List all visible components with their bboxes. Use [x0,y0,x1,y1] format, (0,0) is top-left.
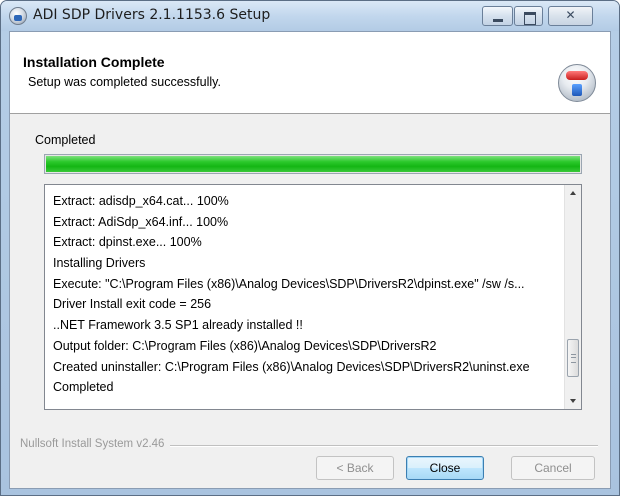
log-line: Execute: "C:\Program Files (x86)\Analog … [53,276,525,291]
progress-bar [44,154,582,174]
scroll-thumb[interactable] [567,339,579,377]
log-line: Extract: AdiSdp_x64.inf... 100% [53,214,229,229]
log-line: ..NET Framework 3.5 SP1 already installe… [53,318,303,333]
cancel-button[interactable]: Cancel [511,456,595,480]
window-close-button[interactable]: ✕ [548,6,593,26]
setup-disc-icon [558,64,596,102]
scroll-down-icon[interactable] [565,392,581,409]
scroll-up-icon[interactable] [565,185,581,202]
log-line: Driver Install exit code = 256 [53,297,212,312]
details-log[interactable]: Extract: adisdp_x64.cat... 100% Extract: … [44,184,582,410]
installer-body: Installation Complete Setup was complete… [9,31,611,489]
log-scrollbar[interactable] [564,185,581,409]
back-button[interactable]: < Back [316,456,394,480]
log-line: Created uninstaller: C:\Program Files (x… [53,359,530,374]
branding-text: Nullsoft Install System v2.46 [20,438,171,450]
window-title: ADI SDP Drivers 2.1.1153.6 Setup [33,7,271,23]
log-line: Output folder: C:\Program Files (x86)\An… [53,338,437,353]
title-bar[interactable]: ADI SDP Drivers 2.1.1153.6 Setup ✕ [1,1,619,31]
page-title: Installation Complete [23,54,165,70]
maximize-button[interactable] [514,6,543,26]
log-lines: Extract: adisdp_x64.cat... 100% Extract: … [53,191,557,398]
close-icon: ✕ [565,8,576,22]
log-line: Extract: dpinst.exe... 100% [53,235,202,250]
close-button[interactable]: Close [406,456,484,480]
page-subtitle: Setup was completed successfully. [28,75,221,89]
minimize-button[interactable] [482,6,513,26]
branding-line: Nullsoft Install System v2.46 [10,438,598,450]
log-line: Extract: adisdp_x64.cat... 100% [53,194,229,208]
log-line: Installing Drivers [53,256,146,271]
page-header: Installation Complete Setup was complete… [10,32,610,114]
status-label: Completed [35,133,96,147]
installer-window: ADI SDP Drivers 2.1.1153.6 Setup ✕ Insta… [0,0,620,496]
progress-fill [46,156,580,172]
installer-app-icon [9,7,27,25]
log-line: Completed [53,380,114,395]
